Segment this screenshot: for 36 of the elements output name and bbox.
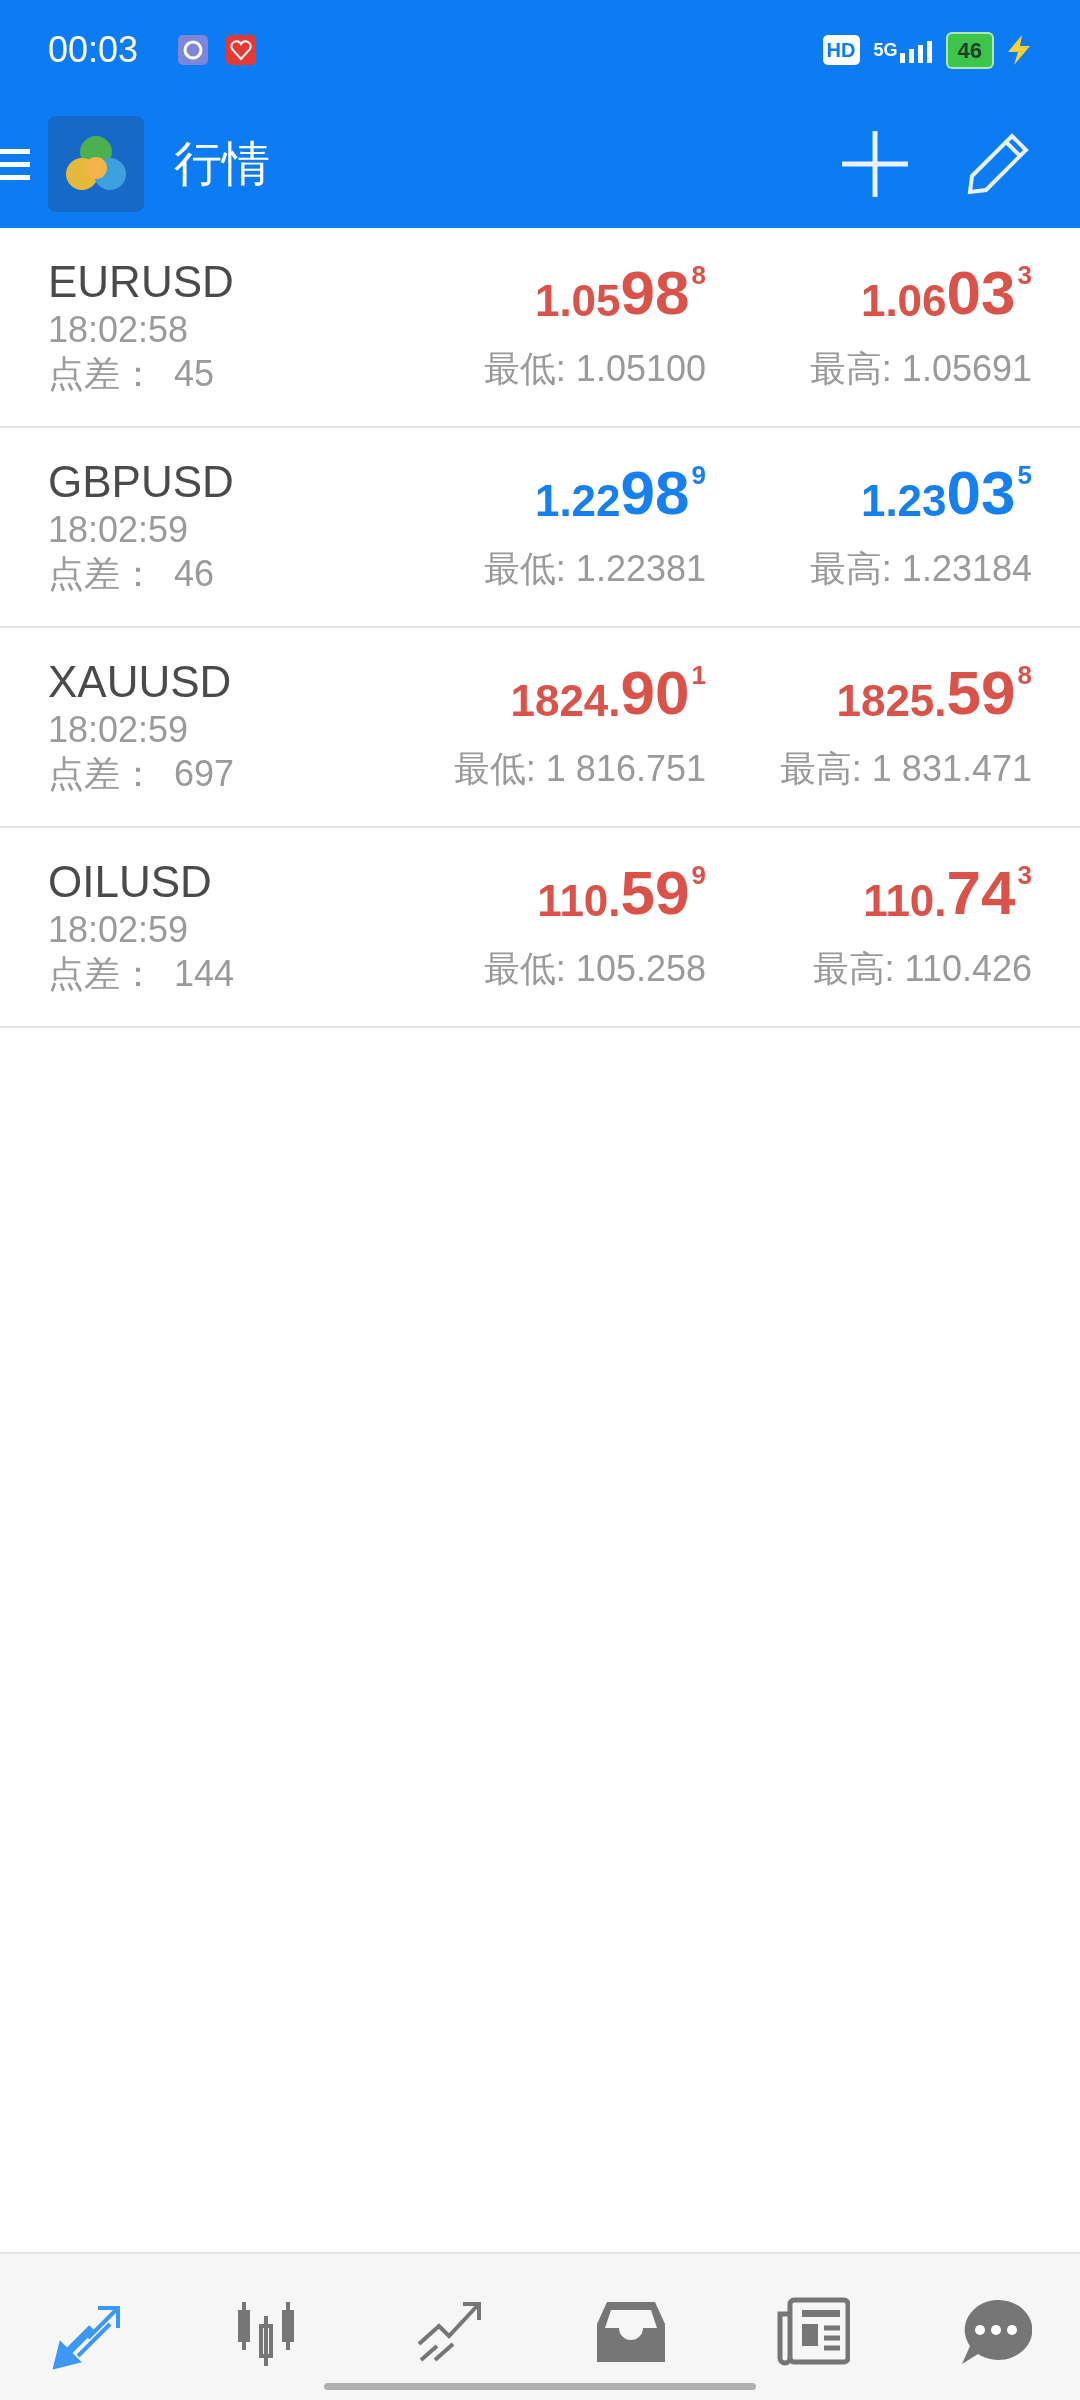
status-time: 00:03 <box>48 28 139 72</box>
app-notification-icon <box>226 35 257 65</box>
app-notification-icon <box>178 35 209 65</box>
edit-icon[interactable] <box>966 132 1030 196</box>
spread-value: 45 <box>174 352 215 396</box>
low-price: 最低: 1.05100 <box>483 347 706 391</box>
add-icon[interactable] <box>842 131 908 197</box>
high-price: 最高: 1.23184 <box>809 547 1032 591</box>
charging-icon <box>1006 35 1032 65</box>
spread-label: 点差： <box>48 952 156 996</box>
symbol-name: GBPUSD <box>48 456 234 508</box>
spread-label: 点差： <box>48 352 156 396</box>
page-title: 行情 <box>174 136 270 192</box>
network-label: 5G <box>873 38 898 62</box>
low-price: 最低: 105.258 <box>483 947 706 991</box>
high-price: 最高: 110.426 <box>812 947 1032 991</box>
menu-icon[interactable] <box>0 147 30 181</box>
spread-label: 点差： <box>48 552 156 596</box>
low-price: 最低: 1 816.751 <box>453 747 706 791</box>
spread-label: 点差： <box>48 752 156 796</box>
symbol-name: EURUSD <box>48 256 234 308</box>
high-price: 最高: 1.05691 <box>809 347 1032 391</box>
quote-time: 18:02:59 <box>48 908 190 952</box>
quote-time: 18:02:58 <box>48 308 190 352</box>
battery-level: 46 <box>945 31 994 69</box>
quote-time: 18:02:59 <box>48 708 190 752</box>
hd-badge: HD <box>822 35 860 65</box>
low-price: 最低: 1.22381 <box>483 547 706 591</box>
symbol-name: XAUUSD <box>48 656 233 708</box>
high-price: 最高: 1 831.471 <box>779 747 1032 791</box>
symbol-name: OILUSD <box>48 856 213 908</box>
spread-value: 144 <box>174 952 235 996</box>
quote-time: 18:02:59 <box>48 508 190 552</box>
spread-value: 46 <box>174 552 215 596</box>
spread-value: 697 <box>174 752 235 796</box>
app-logo-icon <box>48 116 144 212</box>
